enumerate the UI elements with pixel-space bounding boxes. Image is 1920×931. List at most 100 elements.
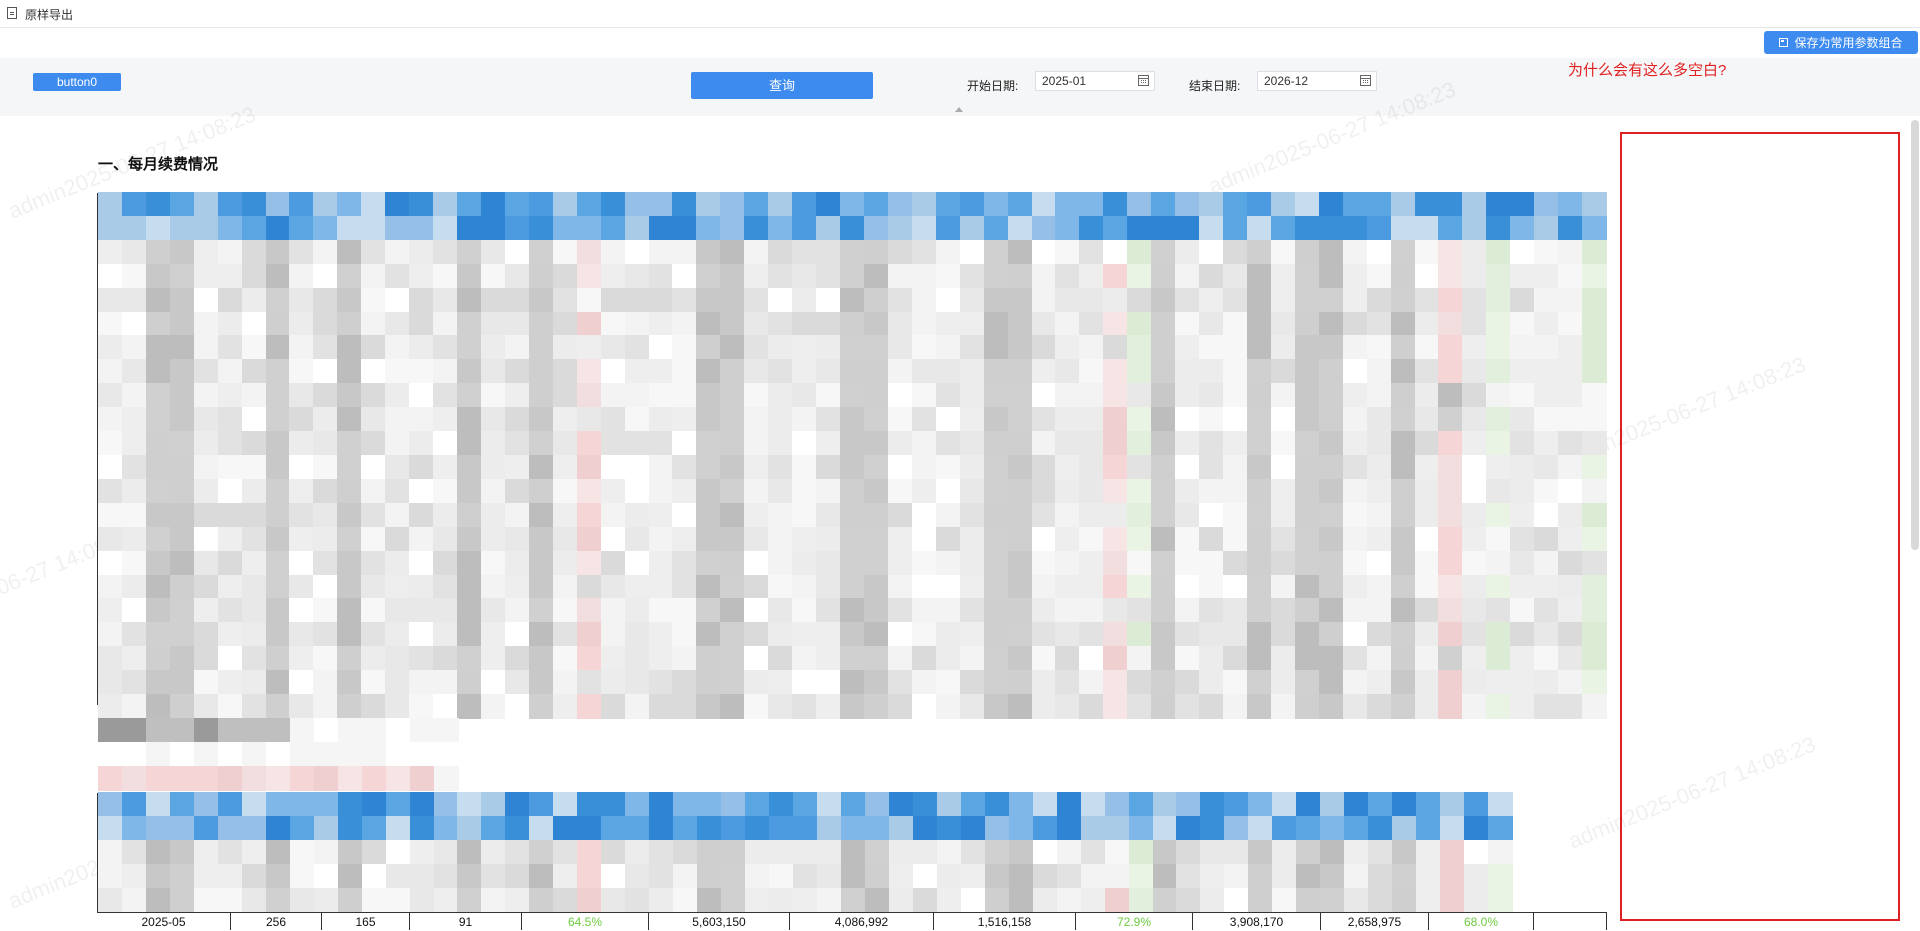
start-date-input[interactable]: 2025-01 [1035, 71, 1155, 91]
mosaic-cell [1007, 192, 1033, 217]
mosaic-cell [625, 792, 651, 817]
mosaic-cell [98, 287, 123, 313]
mosaic-cell [1151, 550, 1177, 576]
mosaic-cell [193, 694, 219, 720]
mosaic-cell [434, 742, 459, 767]
mosaic-cell [1055, 694, 1081, 720]
mosaic-cell [959, 694, 985, 720]
mosaic-cell [241, 335, 267, 361]
mosaic-cell [385, 598, 411, 624]
mosaic-cell [552, 431, 578, 457]
mosaic-cell [1176, 864, 1202, 889]
button0[interactable]: button0 [33, 73, 121, 91]
mosaic-cell [744, 502, 770, 528]
vertical-scrollbar[interactable] [1911, 120, 1919, 550]
mosaic-cell [1390, 359, 1416, 385]
mosaic-cell [720, 646, 746, 672]
mosaic-cell [241, 502, 267, 528]
mosaic-cell [983, 215, 1009, 241]
mosaic-cell [1294, 311, 1320, 337]
mosaic-cell [1438, 311, 1464, 337]
mosaic-cell [1558, 502, 1584, 528]
mosaic-cell [145, 455, 171, 480]
calendar-icon[interactable] [1360, 75, 1371, 86]
mosaic-cell [1464, 864, 1490, 889]
mosaic-cell [361, 192, 387, 217]
mosaic-cell [887, 239, 913, 265]
mosaic-cell [1055, 311, 1081, 337]
query-button[interactable]: 查询 [691, 72, 873, 99]
mosaic-cell [122, 718, 147, 743]
calendar-icon[interactable] [1138, 75, 1149, 86]
mosaic-cell [1414, 239, 1440, 265]
mosaic-cell [1270, 359, 1296, 385]
mosaic-cell [1246, 359, 1272, 385]
mosaic-cell [217, 598, 243, 624]
mosaic-cell [792, 239, 818, 265]
mosaic-cell [959, 311, 985, 337]
collapse-toggle-icon[interactable] [955, 107, 963, 112]
mosaic-cell [1558, 598, 1584, 624]
mosaic-cell [672, 598, 698, 624]
mosaic-cell [265, 670, 291, 696]
mosaic-cell [1031, 431, 1057, 457]
mosaic-cell [744, 263, 770, 289]
mosaic-cell [959, 287, 985, 313]
mosaic-cell [1199, 502, 1225, 528]
mosaic-cell [1151, 311, 1177, 337]
table-cell: 2,658,975 [1321, 913, 1429, 930]
mosaic-cell [337, 646, 363, 672]
mosaic-cell [217, 287, 243, 313]
mosaic-cell [1318, 407, 1344, 433]
mosaic-cell [1007, 311, 1033, 337]
mosaic-cell [552, 478, 578, 504]
mosaic-cell [1488, 816, 1514, 841]
mosaic-cell [768, 287, 794, 313]
mosaic-cell [265, 864, 291, 889]
mosaic-cell [1392, 864, 1418, 889]
end-date-input[interactable]: 2026-12 [1257, 71, 1377, 91]
mosaic-cell [1582, 192, 1608, 217]
mosaic-cell [673, 864, 699, 889]
mosaic-cell [121, 502, 147, 528]
mosaic-cell [409, 478, 435, 504]
mosaic-cell [1104, 840, 1130, 865]
mosaic-cell [983, 192, 1009, 217]
mosaic-cell [504, 239, 530, 265]
mosaic-cell [361, 431, 387, 457]
mosaic-cell [672, 263, 698, 289]
mosaic-cell [1486, 263, 1512, 289]
mosaic-cell [385, 359, 411, 385]
mosaic-cell [863, 311, 889, 337]
mosaic-cell [289, 215, 315, 241]
mosaic-cell [433, 455, 459, 480]
mosaic-cell [672, 239, 698, 265]
mosaic-cell [600, 670, 626, 696]
save-preset-button[interactable]: 保存为常用参数组合 [1764, 31, 1918, 54]
mosaic-cell [1007, 502, 1033, 528]
mosaic-cell [816, 574, 842, 600]
mosaic-cell [625, 816, 651, 841]
mosaic-cell [983, 598, 1009, 624]
mosaic-cell [720, 574, 746, 600]
mosaic-cell [1320, 840, 1346, 865]
mosaic-cell [169, 215, 195, 241]
mosaic-cell [1152, 792, 1178, 817]
mosaic-cell [648, 526, 674, 552]
mosaic-cell [1414, 694, 1440, 720]
mosaic-cell [1008, 840, 1034, 865]
mosaic-cell [1342, 478, 1368, 504]
mosaic-cell [145, 215, 171, 241]
mosaic-cell [1246, 574, 1272, 600]
mosaic-cell [433, 622, 459, 648]
mosaic-cell [1582, 622, 1608, 648]
mosaic-cell [169, 239, 195, 265]
mosaic-cell [720, 598, 746, 624]
mosaic-cell [1510, 215, 1536, 241]
mosaic-cell [792, 502, 818, 528]
mosaic-cell [768, 574, 794, 600]
mosaic-cell [98, 407, 123, 433]
mosaic-cell [290, 766, 315, 791]
mosaic-cell [1582, 383, 1608, 409]
mosaic-cell [290, 718, 315, 743]
